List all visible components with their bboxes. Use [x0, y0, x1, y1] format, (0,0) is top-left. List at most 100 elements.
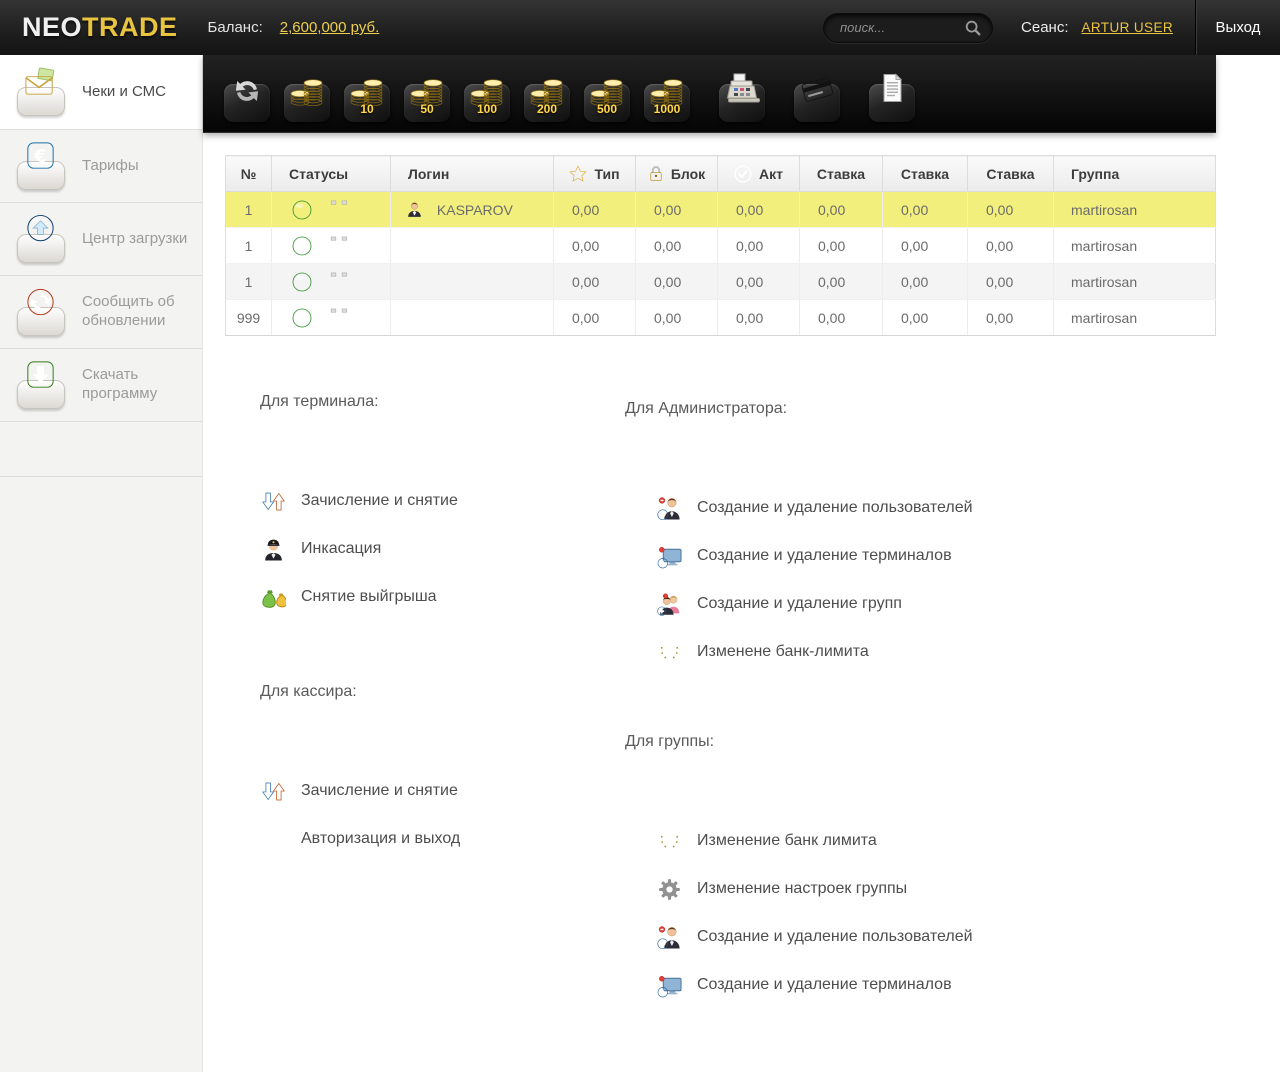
sidebar-item-label: Скачать программу	[82, 366, 158, 402]
toolbar-button-coins[interactable]	[282, 64, 332, 124]
icon-base	[13, 140, 69, 192]
search-box	[823, 12, 994, 43]
toolbar-button-coins-10[interactable]: 10	[342, 64, 392, 124]
brand-logo[interactable]: NEOTRADE	[22, 12, 178, 43]
menu-item-groups-manage[interactable]: Создание и удаление групп	[625, 590, 973, 618]
green-ball-icon	[292, 308, 312, 328]
section-cashier: Для кассира: Зачисление и снятие Авториз…	[260, 683, 460, 873]
section-group: Для группы: Изменение банк лимита Измене…	[625, 733, 973, 1019]
users-table: № Статусы Логин Тип Блок Акт Ставка Став…	[225, 155, 1216, 336]
block-value: 0,00	[635, 299, 718, 336]
col-block[interactable]: Блок	[635, 155, 718, 192]
login-cell[interactable]	[390, 263, 554, 300]
menu-item-collection[interactable]: Инкасация	[260, 535, 458, 563]
menu-item-auth-logout[interactable]: Авторизация и выход	[260, 825, 460, 853]
sidebar-item-skachat-programmu[interactable]: Скачать программу	[0, 349, 202, 422]
toolbar-button-refresh[interactable]	[222, 64, 272, 124]
login-cell[interactable]	[390, 227, 554, 264]
type-value: 0,00	[553, 227, 636, 264]
sidebar-item-cheki-i-sms[interactable]: Чеки и СМС	[0, 55, 202, 130]
session-user-link[interactable]: ARTUR USER	[1081, 20, 1173, 35]
login-cell[interactable]: KASPAROV	[390, 191, 554, 228]
menu-item-terminals-manage[interactable]: Создание и удаление терминалов	[625, 971, 973, 999]
toolbar-button-coins-200[interactable]: 200	[522, 64, 572, 124]
col-stake-2[interactable]: Ставка	[882, 155, 968, 192]
col-stake-3[interactable]: Ставка	[967, 155, 1054, 192]
stake-value-2: 0,00	[882, 191, 968, 228]
menu-item-bank-limit[interactable]: Изменене банк-лимита	[625, 638, 973, 666]
stake-value-3: 0,00	[967, 227, 1054, 264]
icon-base	[13, 66, 69, 118]
deposit-withdraw-icon	[261, 489, 286, 514]
green-ball-icon	[292, 272, 312, 292]
sidebar-item-centr-zagruzki[interactable]: Центр загрузки	[0, 203, 202, 276]
coin-value-label: 50	[420, 102, 434, 116]
icon-base	[13, 286, 69, 338]
toolbar-button-cash-register[interactable]	[717, 64, 767, 124]
col-login[interactable]: Логин	[390, 155, 554, 192]
balance: Баланс: 2,600,000 руб.	[208, 19, 380, 36]
top-bar: NEOTRADE Баланс: 2,600,000 руб. Сеанс: A…	[0, 0, 1280, 55]
col-act[interactable]: Акт	[717, 155, 800, 192]
coin-value-label: 100	[476, 102, 498, 116]
magnet-icon	[328, 308, 350, 328]
balance-label: Баланс:	[207, 19, 263, 36]
col-statuses[interactable]: Статусы	[271, 155, 391, 192]
toolbar-button-credit-card[interactable]	[792, 64, 842, 124]
toolbar-button-coins-1000[interactable]: 1000	[642, 64, 692, 124]
brand-trade: TRADE	[82, 12, 178, 42]
toolbar-button-coins-100[interactable]: 100	[462, 64, 512, 124]
group-value: martirosan	[1053, 227, 1216, 264]
check-icon	[734, 165, 752, 183]
stake-value-2: 0,00	[882, 227, 968, 264]
search-icon[interactable]	[964, 19, 982, 37]
magnet-icon	[328, 236, 350, 256]
menu-item-group-settings[interactable]: Изменение настроек группы	[625, 875, 973, 903]
star-icon	[569, 165, 587, 183]
sidebar-item-soobshit-ob-obnovlenii[interactable]: Сообщить об обновлении	[0, 276, 202, 349]
icon-base	[13, 213, 69, 265]
type-value: 0,00	[553, 191, 636, 228]
menu-item-users-manage[interactable]: Создание и удаление пользователей	[625, 494, 973, 522]
logout-button[interactable]: Выход	[1196, 19, 1280, 36]
toolbar-button-document[interactable]	[867, 64, 917, 124]
block-value: 0,00	[635, 263, 718, 300]
row-number: 1	[225, 227, 272, 264]
section-title: Для группы:	[625, 733, 715, 750]
menu-item-bank-limit[interactable]: Изменение банк лимита	[625, 827, 973, 855]
balance-link[interactable]: 2,600,000 руб.	[280, 19, 380, 36]
refresh-icon	[230, 74, 264, 108]
table-row[interactable]: 999 0,00 0,00 0,00 0,00 0,00 0,00 martir…	[225, 299, 1216, 336]
menu-item-deposit-withdraw[interactable]: Зачисление и снятие	[260, 777, 460, 805]
menu-item-users-manage[interactable]: Создание и удаление пользователей	[625, 923, 973, 951]
login-cell[interactable]	[390, 299, 554, 336]
menu-item-deposit-withdraw[interactable]: Зачисление и снятие	[260, 487, 458, 515]
table-row[interactable]: 1 0,00 0,00 0,00 0,00 0,00 0,00 martiros…	[225, 227, 1216, 264]
menu-item-terminals-manage[interactable]: Создание и удаление терминалов	[625, 542, 973, 570]
stake-value-3: 0,00	[967, 299, 1054, 336]
menu-item-winnings[interactable]: Снятие выйгрыша	[260, 583, 458, 611]
users-manage-icon	[657, 925, 682, 950]
section-admin: Для Администратора: Создание и удаление …	[625, 400, 973, 686]
toolbar-button-coins-500[interactable]: 500	[582, 64, 632, 124]
stake-value-1: 0,00	[799, 191, 883, 228]
green-ball-icon	[292, 236, 312, 256]
col-group[interactable]: Группа	[1053, 155, 1216, 192]
col-stake-1[interactable]: Ставка	[799, 155, 883, 192]
table-row[interactable]: 1 0,00 0,00 0,00 0,00 0,00 0,00 martiros…	[225, 263, 1216, 300]
app-window: NEOTRADE Баланс: 2,600,000 руб. Сеанс: A…	[0, 0, 1280, 1072]
table-row-selected[interactable]: 1 KASPAROV 0,00 0,00 0,00 0,00 0,00 0,00…	[225, 191, 1216, 228]
toolbar-button-coins-50[interactable]: 50	[402, 64, 452, 124]
col-number[interactable]: №	[225, 155, 272, 192]
bank-limit-icon	[657, 829, 682, 854]
sidebar-item-tarify[interactable]: Тарифы	[0, 130, 202, 203]
stake-value-1: 0,00	[799, 227, 883, 264]
row-number: 999	[225, 299, 272, 336]
coin-value-label: 500	[596, 102, 618, 116]
collector-icon	[261, 537, 286, 562]
col-type[interactable]: Тип	[553, 155, 636, 192]
group-value: martirosan	[1053, 191, 1216, 228]
users-manage-icon	[657, 496, 682, 521]
type-value: 0,00	[553, 263, 636, 300]
status-cell	[271, 191, 391, 228]
